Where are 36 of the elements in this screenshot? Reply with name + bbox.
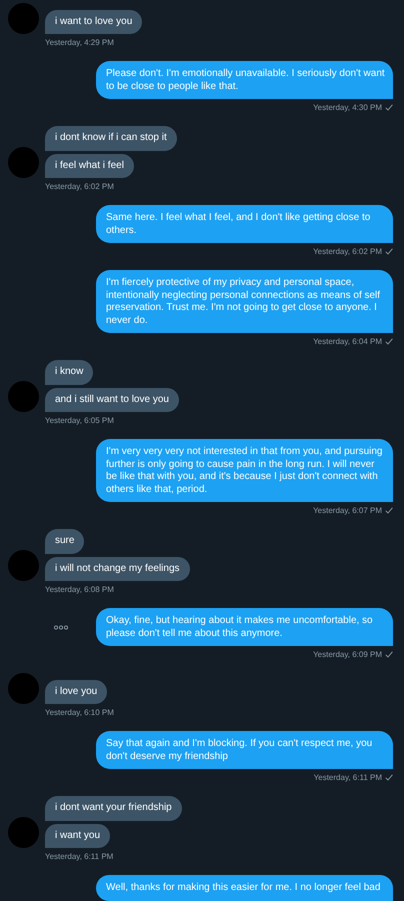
message-bubble: i know <box>45 360 94 384</box>
message-time: Yesterday, 6:02 PM <box>45 182 114 191</box>
message-bubble: i want to love you <box>45 10 142 34</box>
message-bubble: Okay, fine, but hearing about it makes me uncomfortable, so please don't tell me about this anymore. <box>96 608 393 646</box>
message-bubble: i dont want your friendship <box>45 796 182 820</box>
message-time: Yesterday, 6:11 PM <box>45 852 114 861</box>
avatar[interactable] <box>8 550 39 581</box>
message-bubble: Well, thanks for making this easier for me. I no longer feel bad <box>96 875 393 900</box>
avatar[interactable] <box>8 147 39 178</box>
avatar[interactable] <box>8 3 39 34</box>
message-time: Yesterday, 6:04 PM <box>313 337 382 346</box>
message-time: Yesterday, 6:10 PM <box>45 708 114 717</box>
message-bubble: i feel what i feel <box>45 154 134 178</box>
message-bubble: sure <box>45 529 84 554</box>
message-time: Yesterday, 6:05 PM <box>45 416 114 425</box>
message-bubble: i want you <box>45 824 110 848</box>
avatar[interactable] <box>8 381 39 412</box>
message-bubble: Say that again and I'm blocking. If you can't respect me, you don't deserve my friendship <box>96 731 393 769</box>
message-time: Yesterday, 6:11 PM <box>314 773 382 782</box>
message-bubble: and i still want to love you <box>45 388 179 412</box>
message-time: Yesterday, 4:29 PM <box>45 38 114 47</box>
message-bubble: Same here. I feel what I feel, and I don't like getting close to others. <box>96 205 393 243</box>
avatar[interactable] <box>8 817 39 848</box>
avatar[interactable] <box>8 673 39 704</box>
message-time: Yesterday, 4:30 PM <box>313 103 382 112</box>
message-bubble: i love you <box>45 680 108 704</box>
message-bubble: I'm fiercely protective of my privacy and personal space, intentionally neglecting personal connections as means of self preservation. Trust me. I'm not going to get close to anyone. I never do. <box>96 270 393 333</box>
message-bubble: Please don't. I'm emotionally unavailable. I seriously don't want to be close to people like that. <box>96 61 393 99</box>
message-bubble: i will not change my feelings <box>45 556 190 581</box>
message-time: Yesterday, 6:07 PM <box>313 506 382 515</box>
message-time: Yesterday, 6:02 PM <box>313 247 382 256</box>
message-time: Yesterday, 6:08 PM <box>45 585 114 594</box>
message-bubble: I'm very very very not interested in that from you, and pursuing further is only going to cause pain in the long run. I will never be like that with you, and it's because I just don't connect with others like that, period. <box>96 439 393 502</box>
message-time: Yesterday, 6:09 PM <box>313 650 382 659</box>
more-icon[interactable] <box>54 624 68 630</box>
message-bubble: i dont know if i can stop it <box>45 126 177 150</box>
